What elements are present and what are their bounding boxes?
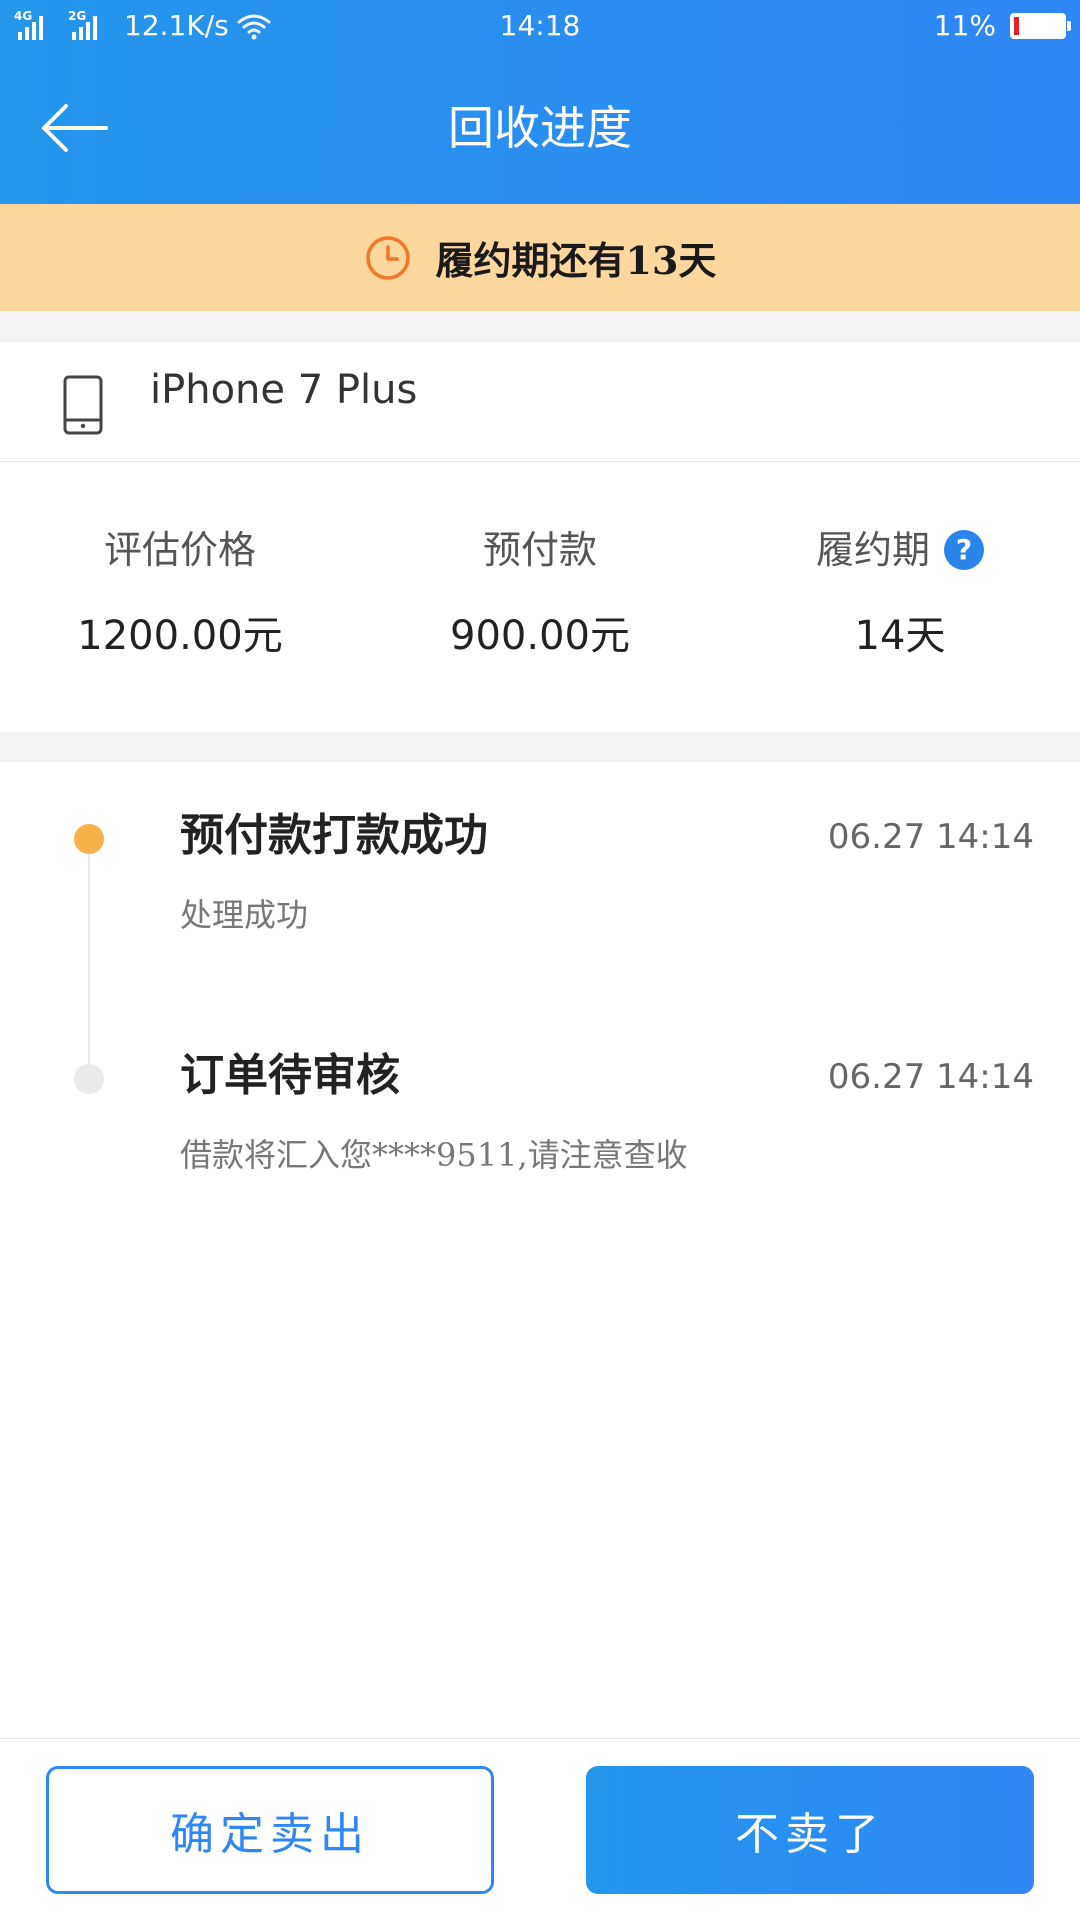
battery-icon xyxy=(1010,13,1071,39)
status-bar: 4G 2G 12.1K/s 14:18 11% xyxy=(0,0,1080,52)
device-name: iPhone 7 Plus xyxy=(150,367,418,413)
confirm-sell-button[interactable]: 确定卖出 xyxy=(46,1766,494,1894)
stat-estimated-price: 评估价格 1200.00元 xyxy=(0,522,360,664)
timeline-item-time: 06.27 14:14 xyxy=(827,817,1034,857)
device-row: iPhone 7 Plus xyxy=(0,342,1080,462)
estimated-price-label: 评估价格 xyxy=(104,522,256,578)
notice-text: 履约期还有13天 xyxy=(435,238,717,283)
status-right: 11% xyxy=(933,8,1071,44)
term-label-text: 履约期 xyxy=(815,528,930,572)
recycle-progress-screen: 4G 2G 12.1K/s 14:18 11% 回收进度 履约期还有13天 iP… xyxy=(0,0,1080,1920)
timeline-item-desc: 处理成功 xyxy=(180,896,309,934)
timeline-item-time: 06.27 14:14 xyxy=(827,1057,1034,1097)
action-bar: 确定卖出 不卖了 xyxy=(0,1738,1080,1920)
timeline-item: 预付款打款成功 06.27 14:14 处理成功 xyxy=(0,762,1080,962)
timeline-dot-pending xyxy=(74,1064,104,1094)
battery-percent: 11% xyxy=(933,9,996,42)
header: 4G 2G 12.1K/s 14:18 11% 回收进度 xyxy=(0,0,1080,204)
timeline-item: 订单待审核 06.27 14:14 借款将汇入您****9511,请注意查收 xyxy=(0,1002,1080,1202)
prepayment-label-text: 预付款 xyxy=(482,528,597,572)
timeline-dot-active xyxy=(74,824,104,854)
timeline-item-desc: 借款将汇入您****9511,请注意查收 xyxy=(180,1136,688,1174)
prepayment-label: 预付款 xyxy=(483,522,597,578)
battery-level xyxy=(1014,17,1019,35)
estimated-price-value: 1200.00元 xyxy=(77,613,283,659)
stat-prepayment: 预付款 900.00元 xyxy=(360,522,720,664)
term-value: 14天 xyxy=(854,613,946,659)
clock-icon xyxy=(365,235,410,280)
section-divider xyxy=(0,311,1080,342)
deadline-notice: 履约期还有13天 xyxy=(0,204,1080,311)
timeline-item-title: 预付款打款成功 xyxy=(180,810,488,861)
nav-bar: 回收进度 xyxy=(0,52,1080,204)
term-label: 履约期 ? xyxy=(816,522,984,578)
price-summary: 评估价格 1200.00元 预付款 900.00元 履约期 ? 14天 xyxy=(0,462,1080,732)
prepayment-value: 900.00元 xyxy=(450,613,630,659)
timeline-item-title: 订单待审核 xyxy=(180,1050,400,1101)
estimated-price-label-text: 评估价格 xyxy=(103,528,256,572)
page-title: 回收进度 xyxy=(448,101,632,155)
phone-icon xyxy=(63,375,103,435)
cancel-sell-button[interactable]: 不卖了 xyxy=(586,1766,1034,1894)
help-icon[interactable]: ? xyxy=(944,530,984,570)
clock-time: 14:18 xyxy=(499,9,581,42)
stat-term: 履约期 ? 14天 xyxy=(720,522,1080,664)
progress-timeline: 预付款打款成功 06.27 14:14 处理成功 订单待审核 06.27 14:… xyxy=(0,762,1080,1742)
section-divider xyxy=(0,732,1080,762)
